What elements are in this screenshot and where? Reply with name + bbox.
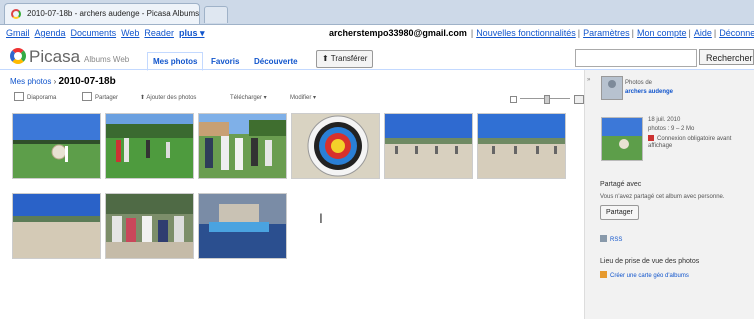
album-cover[interactable] [601, 117, 643, 161]
upload-label: Transférer [330, 54, 368, 63]
photo-thumbnail[interactable] [291, 113, 380, 179]
add-photos-button[interactable]: ⬆ Ajouter des photos [140, 92, 196, 104]
photo-archers-group-field [106, 114, 193, 178]
logo-text: Picasa [29, 47, 81, 66]
google-bar: Gmail Agenda Documents Web Reader plus ▾ arch… [0, 26, 754, 40]
photo-thumbnail[interactable] [384, 113, 473, 179]
rss-label: RSS [610, 237, 623, 243]
search-input[interactable] [575, 49, 697, 67]
lock-icon [648, 135, 654, 141]
photo-water-boat-blurry [199, 194, 286, 258]
photo-thumbnail[interactable] [105, 193, 194, 259]
picasa-header: Picasa Albums Web Mes photos Favoris Déco… [0, 44, 754, 71]
slider-knob[interactable] [544, 95, 550, 104]
gbar-more-link[interactable]: plus ▾ [179, 28, 205, 38]
google-bar-account: archerstempo33980@gmail.com | Nouvelles fo… [329, 26, 754, 40]
slideshow-icon [14, 92, 24, 101]
photo-beach-line-1 [385, 114, 472, 178]
browser-tab[interactable]: 2010-07-18b - archers audenge - Picasa A… [4, 3, 200, 24]
map-icon [600, 271, 607, 278]
photo-thumbnail[interactable] [477, 113, 566, 179]
browser-tab-title: 2010-07-18b - archers audenge - Picasa A… [27, 9, 200, 18]
gbar-web-link[interactable]: Web [121, 28, 139, 38]
share-label: Partager [95, 95, 119, 101]
new-tab-button[interactable] [204, 6, 228, 23]
gbar-gmail-link[interactable]: Gmail [6, 28, 30, 38]
photo-beach-sky [13, 194, 100, 258]
photo-thumbnail[interactable] [198, 193, 287, 259]
album-date: 18 juil. 2010 [648, 117, 681, 123]
slideshow-button[interactable]: Diaporama [14, 92, 56, 104]
photo-archery-target [292, 114, 379, 178]
add-photos-label: Ajouter des photos [146, 95, 197, 101]
create-map-label: Créer une carte géo d'albums [610, 273, 689, 279]
picasa-logo[interactable]: Picasa Albums Web [10, 47, 129, 67]
edit-menu[interactable]: Modifier ▾ [290, 92, 316, 104]
gbar-settings-link[interactable]: Paramètres [583, 28, 630, 38]
gbar-help-link[interactable]: Aide [694, 28, 712, 38]
owner-name-link[interactable]: archers audenge [625, 89, 673, 95]
text-cursor-icon: I [319, 210, 323, 226]
picasa-favicon-icon [11, 9, 21, 19]
breadcrumb: Mes photos › 2010-07-18b [10, 76, 116, 87]
separator: | [688, 28, 691, 38]
picasa-logo-icon [10, 48, 26, 64]
gbar-documents-link[interactable]: Documents [71, 28, 117, 38]
photo-crowd-blurry [106, 194, 193, 258]
shared-with-text: Vous n'avez partagé cet album avec perso… [600, 194, 725, 200]
separator: | [713, 28, 717, 38]
album-photo-info: photos : 9 – 2 Mo [648, 126, 695, 132]
photo-thumbnail[interactable] [105, 113, 194, 179]
browser-titlebar: 2010-07-18b - archers audenge - Picasa A… [0, 0, 754, 25]
album-title: 2010-07-18b [58, 76, 116, 87]
slideshow-label: Diaporama [27, 95, 57, 101]
rss-link[interactable]: RSS [600, 235, 622, 243]
account-email: archerstempo33980@gmail.com [329, 28, 467, 38]
album-toolbar: Diaporama Partager ⬆ Ajouter des photos … [10, 92, 584, 104]
gbar-signout-link[interactable]: Déconnexion [719, 28, 754, 38]
large-size-icon [574, 95, 584, 104]
gbar-account-link[interactable]: Mon compte [637, 28, 687, 38]
search-button[interactable]: Rechercher [699, 49, 754, 65]
upload-icon: ⬆ [322, 54, 331, 63]
gbar-new-features-link[interactable]: Nouvelles fonctionnalités [476, 28, 576, 38]
photo-location-heading: Lieu de prise de vue des photos [600, 258, 700, 265]
photo-thumbnail[interactable] [12, 193, 101, 259]
logo-subtitle: Albums Web [84, 55, 130, 64]
create-map-link[interactable]: Créer une carte géo d'albums [600, 271, 689, 279]
share-toolbar-button[interactable]: Partager [82, 92, 118, 104]
auth-required-line: Connexion obligatoire avant [648, 135, 731, 142]
mail-icon [82, 92, 92, 101]
gbar-reader-link[interactable]: Reader [144, 28, 174, 38]
photo-beach-line-2 [478, 114, 565, 178]
photo-archer-field [13, 114, 100, 178]
upload-button[interactable]: ⬆ Transférer [316, 50, 374, 68]
collapse-sidebar-icon[interactable]: » [587, 77, 595, 93]
separator: | [577, 28, 581, 38]
photos-of-label: Photos de [625, 80, 653, 86]
download-menu[interactable]: Télécharger ▾ [230, 92, 267, 104]
rss-icon [600, 235, 607, 242]
small-size-icon [510, 96, 517, 103]
auth-required-line-2: affichage [648, 143, 673, 149]
owner-avatar[interactable] [601, 76, 623, 100]
auth-text: Connexion obligatoire avant [657, 136, 732, 142]
separator: | [470, 28, 474, 38]
photo-thumbnail[interactable] [198, 113, 287, 179]
album-cover-image [602, 118, 642, 160]
share-button[interactable]: Partager [600, 205, 639, 220]
breadcrumb-my-photos-link[interactable]: Mes photos [10, 77, 51, 86]
thumbnail-size-slider[interactable] [510, 95, 584, 104]
photo-thumbnail[interactable] [12, 113, 101, 179]
shared-with-heading: Partagé avec [600, 181, 642, 188]
gbar-agenda-link[interactable]: Agenda [35, 28, 66, 38]
separator: | [631, 28, 634, 38]
google-bar-links: Gmail Agenda Documents Web Reader plus ▾ [6, 26, 209, 40]
photo-archers-standing-group [199, 114, 286, 178]
